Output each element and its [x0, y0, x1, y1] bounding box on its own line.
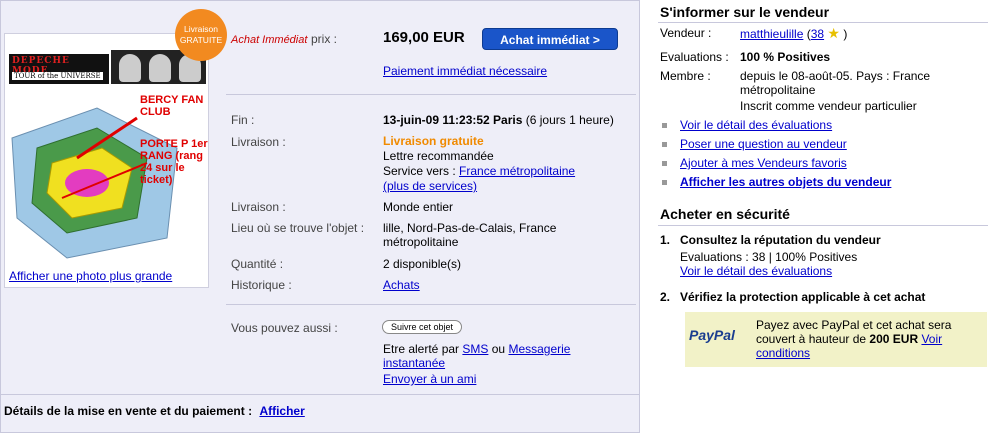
service-to: Service vers : France métropolitaine — [383, 164, 576, 178]
listing-details: Détails de la mise en vente et du paieme… — [4, 404, 305, 418]
shipping-method: Lettre recommandée — [383, 149, 494, 163]
shipping-label: Livraison : — [231, 135, 286, 149]
divider — [226, 94, 636, 95]
step1-evals: Evaluations : 38 | 100% Positives — [680, 250, 858, 264]
member-value: depuis le 08-août-05. Pays : France métr… — [740, 69, 931, 97]
location-label: Lieu où se trouve l'objet : — [231, 221, 365, 235]
band-banner: DEPECHE MODE TOUR of the UNIVERSE — [7, 50, 206, 84]
paypal-text: Payez avec PayPal et cet achat sera couv… — [756, 318, 952, 360]
step1-feedback-link[interactable]: Voir le détail des évaluations — [680, 264, 832, 278]
evals-label: Evaluations : — [660, 50, 729, 64]
step2-number: 2. — [660, 290, 671, 304]
bullet-icon — [662, 161, 667, 166]
shipping2-value: Monde entier — [383, 200, 454, 214]
step2-title: Vérifiez la protection applicable à cet … — [680, 290, 926, 304]
paypal-protection-box: PayPal Payez avec PayPal et cet achat se… — [685, 312, 987, 367]
divider — [658, 22, 988, 23]
add-favorites-link[interactable]: Ajouter à mes Vendeurs favoris — [680, 156, 847, 170]
overlay-porte: PORTE P 1er RANG (rang 24 sur le ticket) — [140, 138, 208, 186]
divider — [226, 304, 636, 305]
item-photo-frame: DEPECHE MODE TOUR of the UNIVERSE BERCY … — [4, 33, 209, 288]
vendor-label: Vendeur : — [660, 26, 712, 40]
free-shipping-text: Livraison gratuite — [383, 134, 484, 148]
location-value: lille, Nord-Pas-de-Calais, France métrop… — [383, 221, 557, 249]
step1-number: 1. — [660, 233, 671, 247]
item-panel: DEPECHE MODE TOUR of the UNIVERSE BERCY … — [0, 0, 640, 433]
payment-required-link[interactable]: Paiement immédiat nécessaire — [383, 64, 547, 78]
end-value: 13-juin-09 11:23:52 Paris (6 jours 1 heu… — [383, 113, 614, 127]
end-label: Fin : — [231, 113, 255, 127]
also-label: Vous pouvez aussi : — [231, 321, 338, 335]
price-label: prix : — [311, 32, 338, 46]
bullet-icon — [662, 142, 667, 147]
divider — [658, 225, 988, 226]
vendor-name-link[interactable]: matthieulille — [740, 27, 803, 41]
show-details-link[interactable]: Afficher — [259, 404, 304, 418]
follow-item-button[interactable]: Suivre cet objet — [382, 320, 463, 334]
larger-photo-link[interactable]: Afficher une photo plus grande — [9, 269, 172, 283]
star-icon: ★ — [827, 25, 840, 41]
quantity-label: Quantité : — [231, 257, 284, 271]
vendor-row: matthieulille (38 ★ ) — [740, 25, 848, 41]
alert-text: Etre alerté par SMS ou Messagerie instan… — [383, 342, 571, 370]
vendor-score-link[interactable]: 38 — [811, 27, 824, 41]
send-friend-link[interactable]: Envoyer à un ami — [383, 372, 476, 386]
purchases-link[interactable]: Achats — [383, 278, 420, 292]
evals-value: 100 % Positives — [740, 50, 831, 64]
other-items-link[interactable]: Afficher les autres objets du vendeur — [680, 175, 891, 189]
ask-question-link[interactable]: Poser une question au vendeur — [680, 137, 847, 151]
free-shipping-badge: Livraison GRATUITE — [175, 9, 227, 61]
buy-now-type-label: Achat Immédiat — [231, 34, 308, 46]
history-label: Historique : — [231, 278, 292, 292]
shipping2-label: Livraison : — [231, 200, 286, 214]
view-feedback-link[interactable]: Voir le détail des évaluations — [680, 118, 832, 132]
sms-link[interactable]: SMS — [462, 342, 488, 356]
bullet-icon — [662, 180, 667, 185]
face-image — [149, 54, 171, 82]
overlay-fan-club: BERCY FAN CLUB — [140, 94, 204, 118]
bullet-icon — [662, 123, 667, 128]
logo-line2: TOUR of the UNIVERSE — [12, 72, 103, 80]
service-area-link[interactable]: France métropolitaine — [459, 164, 575, 178]
secure-title: Acheter en sécurité — [660, 206, 790, 222]
step1-title: Consultez la réputation du vendeur — [680, 233, 881, 247]
divider — [1, 394, 639, 395]
price-value: 169,00 EUR — [383, 29, 465, 46]
face-image — [119, 54, 141, 82]
paypal-logo: PayPal — [689, 327, 735, 343]
more-services-link[interactable]: (plus de services) — [383, 179, 477, 193]
seller-info-title: S'informer sur le vendeur — [660, 4, 830, 20]
buy-now-button[interactable]: Achat immédiat > — [482, 28, 618, 50]
member-label: Membre : — [660, 69, 711, 83]
quantity-value: 2 disponible(s) — [383, 257, 462, 271]
member-type: Inscrit comme vendeur particulier — [740, 99, 917, 113]
band-logo: DEPECHE MODE TOUR of the UNIVERSE — [9, 54, 109, 84]
